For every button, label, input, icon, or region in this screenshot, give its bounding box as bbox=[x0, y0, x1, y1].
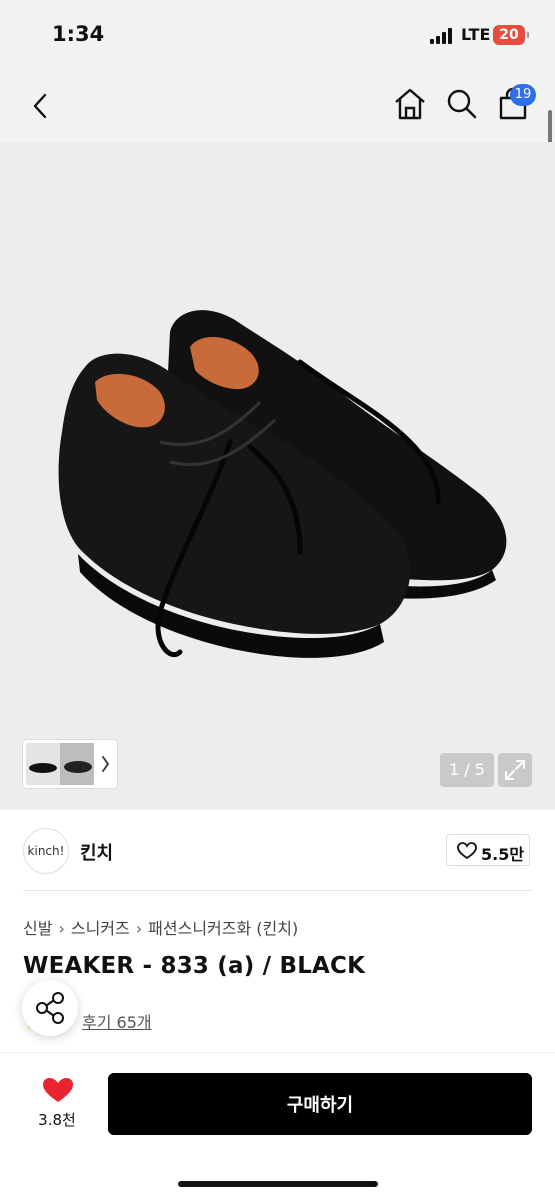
breadcrumb: 신발 › 스니커즈 › 패션스니커즈화 (킨치) bbox=[23, 915, 298, 939]
expand-icon bbox=[505, 760, 525, 780]
expand-button[interactable] bbox=[498, 753, 532, 787]
home-button[interactable] bbox=[390, 84, 430, 124]
clock: 1:34 bbox=[52, 22, 105, 46]
heart-filled-icon bbox=[43, 1078, 73, 1102]
top-navigation: 19 bbox=[0, 70, 555, 142]
product-image[interactable] bbox=[0, 142, 555, 810]
home-indicator[interactable] bbox=[178, 1181, 378, 1187]
home-icon bbox=[395, 88, 425, 120]
breadcrumb-item[interactable]: 스니커즈 bbox=[71, 919, 130, 938]
chevron-right-icon bbox=[102, 756, 109, 772]
back-button[interactable] bbox=[26, 86, 56, 126]
store-like-count: 5.5만 bbox=[481, 845, 525, 864]
store-like-button[interactable]: 5.5만 bbox=[446, 834, 530, 866]
buy-button[interactable]: 구매하기 bbox=[108, 1073, 532, 1135]
store-logo[interactable]: kinch! bbox=[23, 828, 69, 874]
status-bar: 1:34 LTE 20 bbox=[0, 0, 555, 70]
signal-icon bbox=[430, 28, 454, 44]
thumbnail-strip[interactable] bbox=[23, 740, 117, 788]
product-title: WEAKER - 833 (a) / BLACK bbox=[23, 953, 366, 979]
chevron-left-icon bbox=[33, 93, 47, 119]
breadcrumb-item[interactable]: 패션스니커즈화 (킨치) bbox=[148, 919, 298, 938]
reviews-link[interactable]: 후기 65개 bbox=[82, 1009, 152, 1033]
thumbnail-image bbox=[26, 743, 109, 785]
store-name[interactable]: 킨치 bbox=[80, 839, 113, 865]
bottom-purchase-bar: 3.8천 구매하기 bbox=[0, 1052, 555, 1201]
network-type: LTE bbox=[461, 25, 491, 44]
breadcrumb-item[interactable]: 신발 bbox=[23, 919, 52, 938]
section-divider bbox=[23, 890, 532, 891]
image-counter: 1 / 5 bbox=[440, 753, 494, 787]
cart-count-badge: 19 bbox=[510, 84, 536, 106]
wishlist-count: 3.8천 bbox=[38, 1111, 76, 1129]
sneakers-image bbox=[58, 310, 507, 658]
share-button[interactable] bbox=[22, 980, 78, 1036]
chevron-right-icon: › bbox=[58, 919, 65, 938]
chevron-right-icon: › bbox=[135, 919, 143, 938]
battery-indicator: 20 bbox=[493, 25, 529, 45]
search-button[interactable] bbox=[442, 84, 482, 124]
share-icon bbox=[36, 992, 64, 1024]
search-icon bbox=[447, 89, 477, 119]
heart-outline-icon bbox=[457, 842, 477, 860]
store-row[interactable]: kinch! 킨치 5.5만 bbox=[0, 810, 555, 892]
